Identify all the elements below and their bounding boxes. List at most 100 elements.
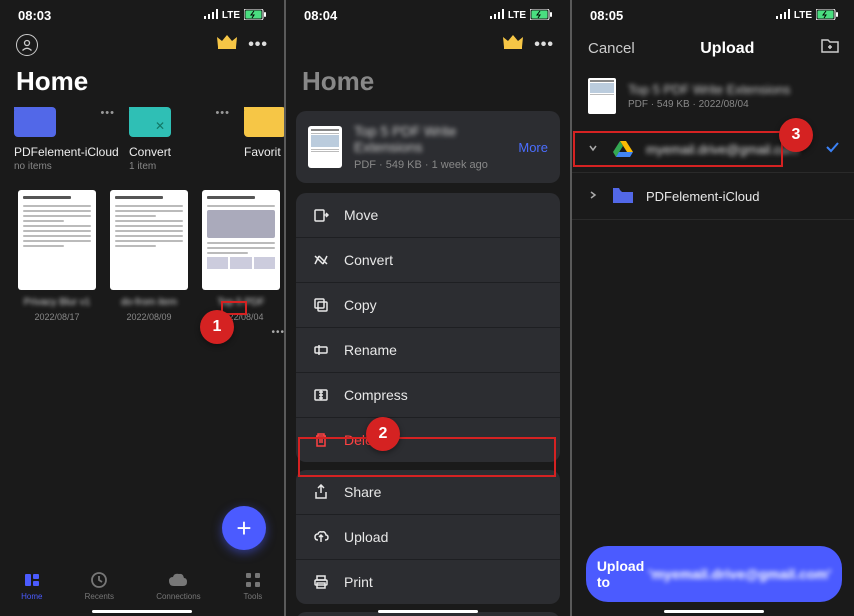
battery-icon bbox=[530, 9, 552, 23]
menu-label: Copy bbox=[344, 297, 377, 313]
check-icon bbox=[824, 139, 840, 160]
menu-label: Convert bbox=[344, 252, 393, 268]
upload-icon bbox=[312, 528, 330, 546]
new-folder-icon[interactable] bbox=[820, 37, 840, 60]
file-thumbnail bbox=[588, 78, 616, 114]
crown-icon[interactable] bbox=[502, 33, 524, 56]
doc-card[interactable]: do-from item 2022/08/09 bbox=[110, 190, 188, 322]
status-bar: 08:04 LTE bbox=[286, 0, 570, 27]
doc-thumbnail bbox=[110, 190, 188, 290]
cancel-button[interactable]: Cancel bbox=[588, 40, 635, 57]
menu-label: Share bbox=[344, 484, 381, 500]
profile-icon[interactable] bbox=[16, 34, 38, 56]
more-icon[interactable]: ••• bbox=[534, 36, 554, 54]
destination-name: PDFelement-iCloud bbox=[646, 189, 840, 204]
menu-upload[interactable]: Upload bbox=[296, 514, 560, 559]
doc-thumbnail bbox=[202, 190, 280, 290]
tab-recents[interactable]: Recents bbox=[85, 570, 114, 601]
menu-move[interactable]: Move bbox=[296, 193, 560, 237]
tab-tools[interactable]: Tools bbox=[243, 570, 263, 601]
folder-card[interactable]: ✕ ••• Convert 1 item bbox=[129, 107, 234, 172]
signal-icon bbox=[204, 9, 218, 22]
file-name: Top 5 PDF Write Extensions bbox=[354, 123, 506, 155]
tab-label: Connections bbox=[156, 592, 200, 601]
tab-connections[interactable]: Connections bbox=[156, 570, 200, 601]
upload-title: Upload bbox=[700, 40, 754, 58]
clock-icon bbox=[89, 570, 109, 590]
folder-name: PDFelement-iCloud bbox=[14, 145, 119, 159]
menu-group-actions: Move Convert Copy Rename Compress Delete bbox=[296, 193, 560, 462]
upload-prefix: Upload to bbox=[597, 558, 644, 590]
doc-more-icon[interactable]: ••• bbox=[268, 327, 284, 338]
battery-icon bbox=[816, 9, 838, 23]
signal-icon bbox=[490, 9, 504, 22]
upload-button[interactable]: Upload to 'myemail.drive@gmail.com' bbox=[586, 546, 842, 602]
doc-name: do-from item bbox=[110, 296, 188, 309]
tab-label: Recents bbox=[85, 592, 114, 601]
header: ••• bbox=[286, 27, 570, 62]
destination-icloud[interactable]: PDFelement-iCloud bbox=[572, 173, 854, 220]
menu-copy[interactable]: Copy bbox=[296, 282, 560, 327]
print-icon bbox=[312, 573, 330, 591]
upload-file-info: Top 5 PDF Write Extensions PDF · 549 KB … bbox=[572, 70, 854, 126]
file-meta: PDF · 549 KB · 1 week ago bbox=[354, 159, 506, 171]
folder-card[interactable]: Favorit bbox=[244, 107, 284, 172]
menu-label: Compress bbox=[344, 387, 408, 403]
battery-icon bbox=[244, 9, 266, 23]
clock: 08:04 bbox=[304, 8, 337, 23]
folder-meta: no items bbox=[14, 161, 119, 172]
cloud-icon bbox=[168, 570, 188, 590]
menu-label: Print bbox=[344, 574, 373, 590]
home-icon bbox=[22, 570, 42, 590]
copy-icon bbox=[312, 296, 330, 314]
doc-date: 2022/08/17 bbox=[18, 312, 96, 322]
tab-home[interactable]: Home bbox=[21, 570, 42, 601]
network-label: LTE bbox=[794, 10, 812, 21]
menu-convert[interactable]: Convert bbox=[296, 237, 560, 282]
menu-label: Rename bbox=[344, 342, 397, 358]
convert-icon bbox=[312, 251, 330, 269]
move-icon bbox=[312, 206, 330, 224]
file-context-card: Top 5 PDF Write Extensions PDF · 549 KB … bbox=[296, 111, 560, 183]
folder-row: ••• PDFelement-iCloud no items ✕ ••• Con… bbox=[0, 107, 284, 172]
network-label: LTE bbox=[508, 10, 526, 21]
folder-more-icon[interactable]: ••• bbox=[100, 107, 115, 119]
callout-badge-3: 3 bbox=[779, 118, 813, 152]
home-indicator[interactable] bbox=[378, 610, 478, 613]
header: ••• bbox=[0, 27, 284, 62]
menu-label: Upload bbox=[344, 529, 388, 545]
menu-compress[interactable]: Compress bbox=[296, 372, 560, 417]
tab-label: Tools bbox=[244, 592, 263, 601]
page-title: Home bbox=[286, 62, 570, 107]
upload-destination: 'myemail.drive@gmail.com' bbox=[648, 566, 831, 582]
file-meta: PDF · 549 KB · 2022/08/04 bbox=[628, 99, 790, 110]
folder-card[interactable]: ••• PDFelement-iCloud no items bbox=[14, 107, 119, 172]
grid-icon bbox=[243, 570, 263, 590]
rename-icon bbox=[312, 341, 330, 359]
chevron-right-icon bbox=[588, 187, 600, 205]
folder-more-icon[interactable]: ••• bbox=[215, 107, 230, 119]
clock: 08:05 bbox=[590, 8, 623, 23]
compress-icon bbox=[312, 386, 330, 404]
home-indicator[interactable] bbox=[92, 610, 192, 613]
menu-print[interactable]: Print bbox=[296, 559, 560, 604]
file-thumbnail bbox=[308, 126, 342, 168]
document-row: Privacy Blur v1 2022/08/17 do-from item … bbox=[0, 172, 284, 322]
menu-rename[interactable]: Rename bbox=[296, 327, 560, 372]
page-title: Home bbox=[0, 62, 284, 107]
status-bar: 08:03 LTE bbox=[0, 0, 284, 27]
folder-icon: ✕ bbox=[129, 107, 171, 137]
signal-icon bbox=[776, 9, 790, 22]
menu-label: Move bbox=[344, 207, 378, 223]
crown-icon[interactable] bbox=[216, 33, 238, 56]
doc-name: Privacy Blur v1 bbox=[18, 296, 96, 309]
home-indicator[interactable] bbox=[664, 610, 764, 613]
doc-card[interactable]: Privacy Blur v1 2022/08/17 bbox=[18, 190, 96, 322]
more-link[interactable]: More bbox=[518, 140, 548, 155]
screen-home: 08:03 LTE ••• Home ••• PDFelement-iCloud… bbox=[0, 0, 284, 616]
doc-date: 2022/08/09 bbox=[110, 312, 188, 322]
callout-badge-2: 2 bbox=[366, 417, 400, 451]
more-icon[interactable]: ••• bbox=[248, 36, 268, 54]
add-button[interactable]: + bbox=[222, 506, 266, 550]
folder-icon bbox=[612, 185, 634, 207]
